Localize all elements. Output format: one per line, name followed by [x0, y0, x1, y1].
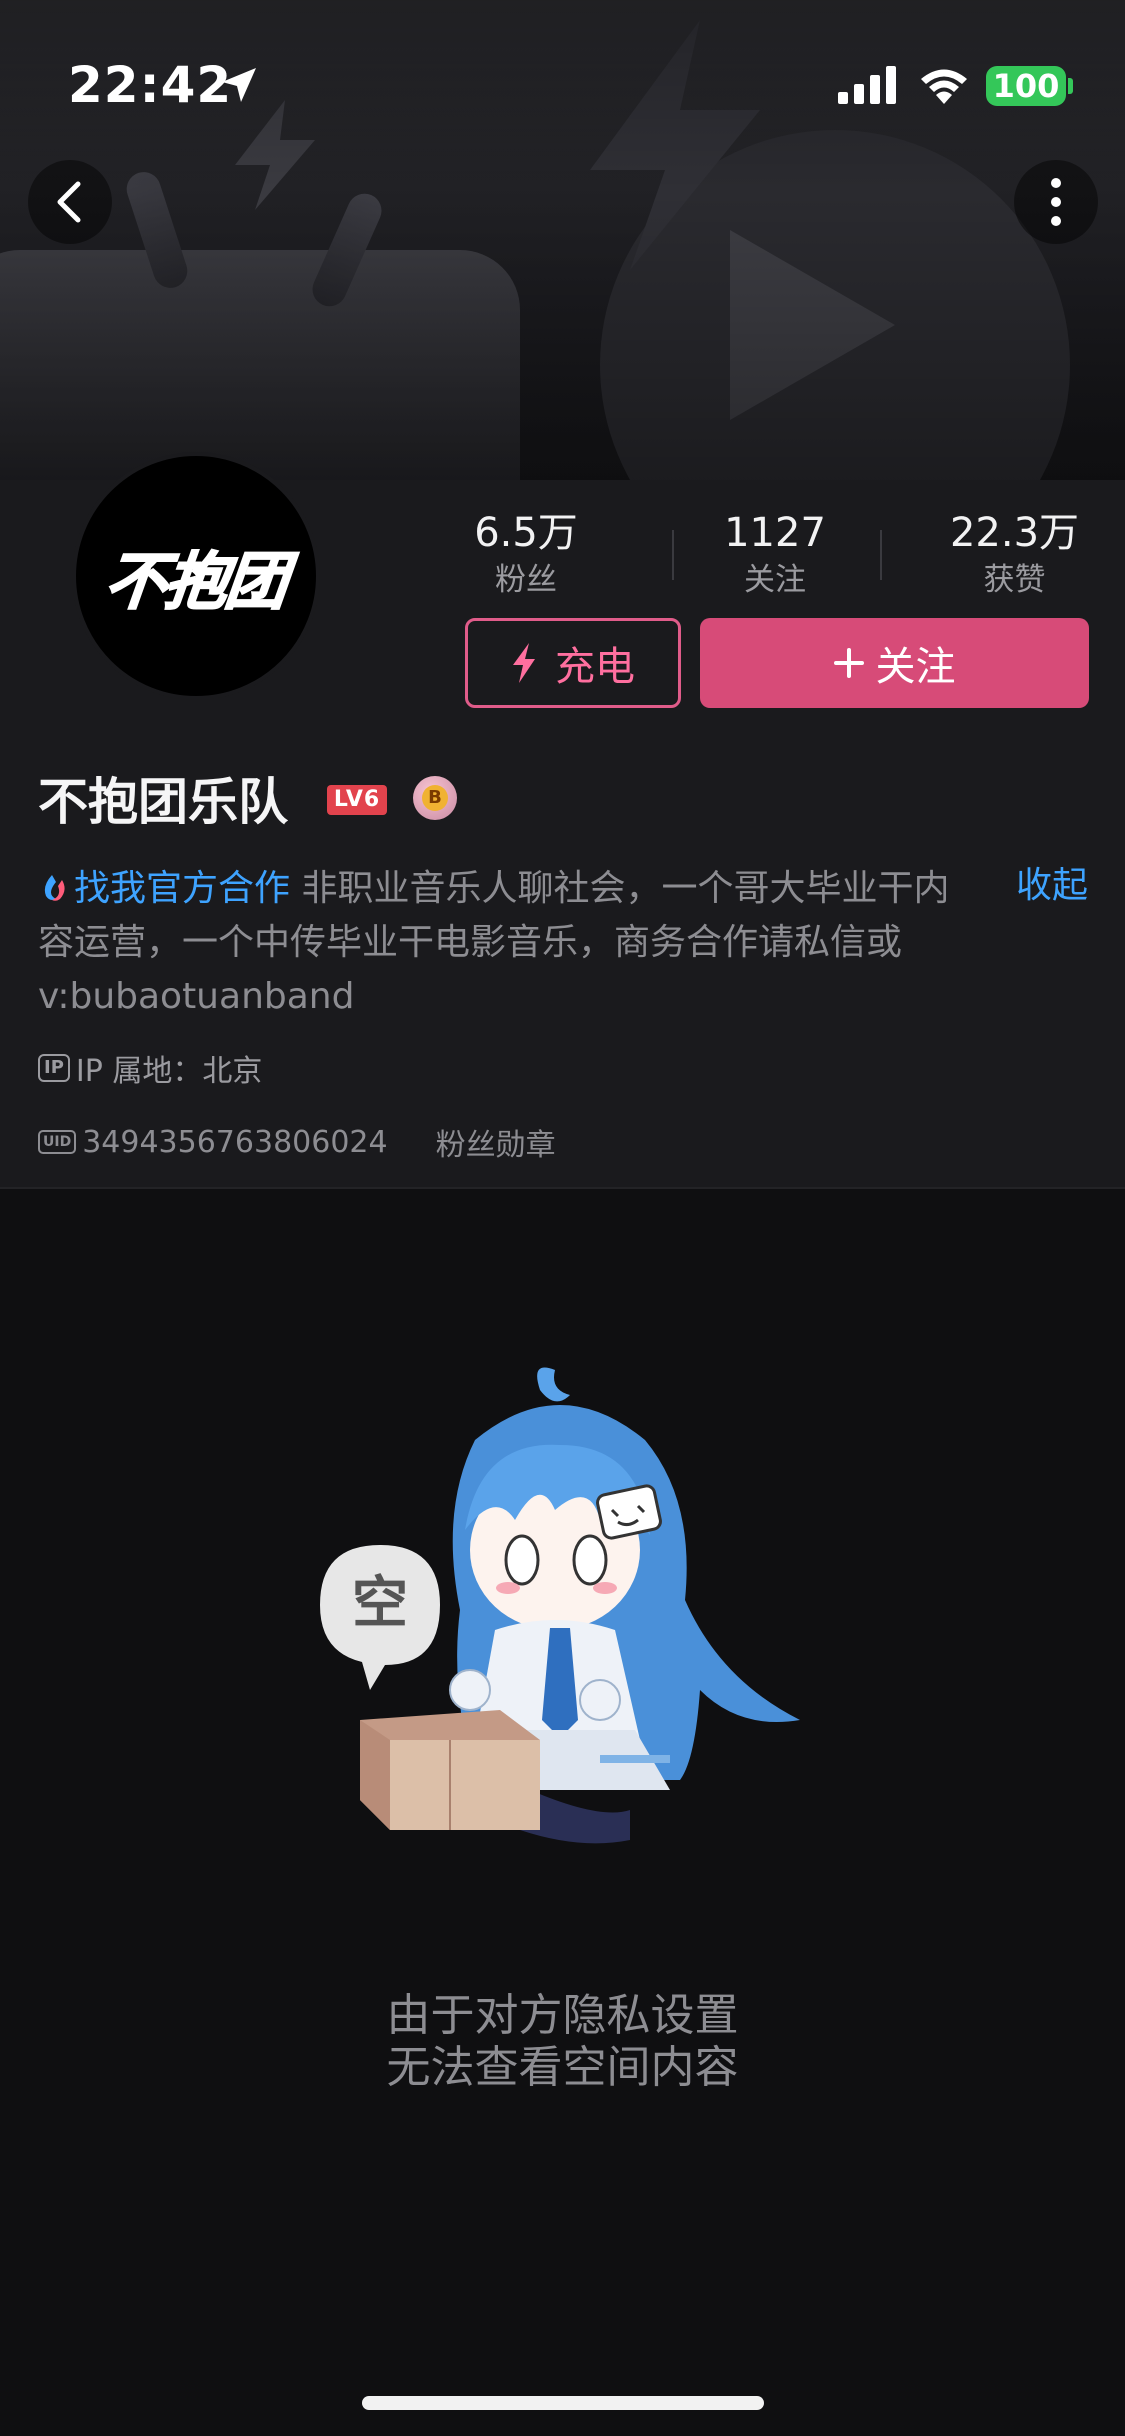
empty-state-illustration: 空	[320, 1367, 800, 1844]
profile-bio: 找我官方合作 非职业音乐人聊社会，一个哥大毕业干内容运营，一个中传毕业干电影音乐…	[38, 862, 968, 1024]
uid-icon: UID	[38, 1130, 77, 1154]
empty-state-line-2: 无法查看空间内容	[386, 2042, 739, 2093]
stat-fans-label: 粉丝	[495, 562, 557, 598]
avatar[interactable]: 不抱团	[72, 452, 320, 700]
section-divider	[0, 1187, 1125, 1189]
charge-button-label: 充电	[555, 644, 635, 690]
official-partnership-link[interactable]: 找我官方合作	[74, 868, 290, 909]
stat-likes-label: 获赞	[983, 562, 1046, 598]
location-arrow-icon	[222, 68, 256, 102]
cellular-signal-icon	[838, 66, 896, 104]
partnership-logo-icon	[44, 875, 65, 901]
profile-page: 22:42 100 不抱团 6.5万 粉丝 1127 关注 22.3万 获赞 充…	[0, 0, 1125, 2436]
battery-tip	[1068, 78, 1073, 94]
chevron-left-icon	[57, 181, 81, 223]
profile-name: 不抱团乐队	[38, 773, 288, 831]
stat-following-value: 1127	[724, 510, 826, 556]
stat-following[interactable]: 1127 关注	[715, 505, 835, 599]
ip-icon: IP	[38, 1054, 70, 1082]
home-indicator[interactable]	[362, 2396, 764, 2410]
battery-indicator: 100	[986, 66, 1066, 106]
fan-medal-link[interactable]: 粉丝勋章	[436, 1120, 556, 1164]
plus-icon	[833, 648, 864, 678]
speech-bubble-text: 空	[352, 1571, 408, 1636]
stat-fans-value: 6.5万	[474, 510, 578, 556]
uid-row: UID 3494356763806024 粉丝勋章	[38, 1120, 556, 1164]
more-options-button[interactable]	[1014, 160, 1098, 244]
back-button[interactable]	[28, 160, 112, 244]
uid-text[interactable]: 3494356763806024	[82, 1125, 387, 1160]
status-bar: 22:42 100	[0, 0, 1125, 140]
more-vertical-icon	[1051, 178, 1061, 226]
stat-likes-value: 22.3万	[949, 510, 1080, 556]
lightning-icon	[513, 643, 535, 683]
charge-button[interactable]: 充电	[465, 618, 681, 708]
medal-letter: B	[422, 785, 448, 811]
fan-medal-icon[interactable]: B	[413, 776, 457, 820]
empty-state-line-1: 由于对方隐私设置	[386, 1990, 739, 2041]
avatar-logo-text: 不抱团	[101, 544, 291, 619]
stat-following-label: 关注	[744, 562, 806, 598]
ip-location: IP IP 属地：北京	[38, 1046, 262, 1090]
collapse-bio-button[interactable]: 收起	[1016, 856, 1088, 908]
follow-button[interactable]: 关注	[700, 618, 1089, 708]
follow-button-label: 关注	[875, 644, 956, 690]
ip-location-text: IP 属地：北京	[75, 1054, 263, 1089]
stat-divider	[880, 530, 882, 580]
stat-likes[interactable]: 22.3万 获赞	[942, 505, 1087, 599]
empty-state-message: 由于对方隐私设置 无法查看空间内容	[0, 1990, 1125, 2094]
status-time: 22:42	[68, 56, 233, 114]
level-badge: LV6	[327, 785, 387, 815]
stat-divider	[672, 530, 674, 580]
stat-fans[interactable]: 6.5万 粉丝	[466, 505, 586, 599]
wifi-icon	[921, 69, 967, 104]
